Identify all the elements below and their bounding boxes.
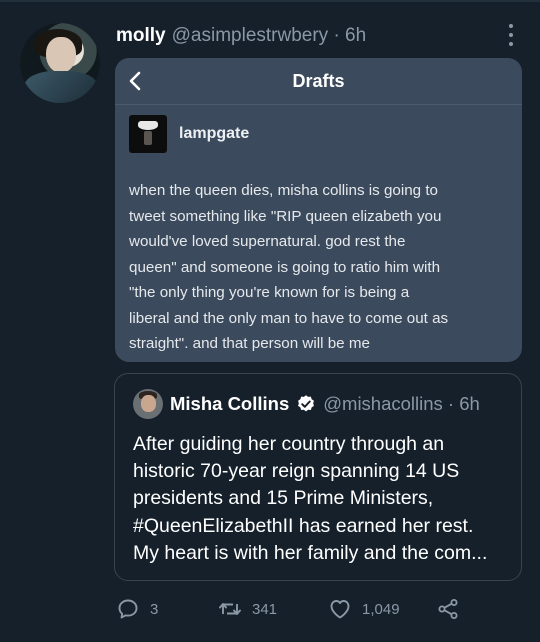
share-icon [438, 599, 458, 619]
verified-badge-icon [298, 395, 315, 412]
more-options-icon[interactable] [502, 24, 520, 46]
draft-line: liberal and the only man to have to come… [129, 309, 449, 327]
quoted-author-name: Misha Collins [170, 393, 290, 414]
draft-line: when the queen dies, misha collins is go… [129, 182, 439, 199]
retweet-icon [219, 603, 241, 615]
lamp-stem [144, 131, 152, 145]
tweet-actions: 3 341 1,049 [116, 596, 476, 622]
draft-line: tweet something like "RIP queen elizabet… [129, 207, 442, 225]
retweet-button[interactable]: 341 [218, 596, 277, 622]
draft-post-text: when the queen dies, misha collins is go… [129, 178, 515, 357]
attached-image-drafts[interactable]: Drafts lampgate when the queen dies, mis… [115, 58, 522, 362]
draft-line: would've loved supernatural. god rest th… [129, 233, 406, 250]
draft-post-header: lampgate [129, 115, 249, 153]
like-count: 1,049 [362, 600, 400, 618]
quoted-line: historic 70-year reign spanning 14 US [133, 460, 460, 483]
drafts-divider [115, 104, 522, 105]
draft-line: straight". and that person will be me [129, 335, 370, 352]
quoted-author-handle-time: @mishacollins · 6h [323, 393, 480, 414]
quoted-line: My heart is with her family and the com.… [133, 541, 488, 564]
back-arrow-icon [129, 71, 141, 91]
reply-button[interactable]: 3 [116, 596, 158, 622]
more-dot [509, 33, 513, 37]
quoted-tweet-header: Misha Collins @mishacollins · 6h [133, 389, 480, 419]
quoted-tweet[interactable]: Misha Collins @mishacollins · 6h After g… [114, 373, 522, 581]
drafts-title: Drafts [292, 70, 345, 91]
like-button[interactable]: 1,049 [328, 596, 400, 622]
reply-icon [118, 599, 138, 619]
reply-count: 3 [150, 600, 159, 618]
quoted-tweet-text: After guiding her country through an his… [133, 431, 513, 567]
lamp-shape [138, 121, 158, 130]
draft-line: queen" and someone is going to ratio him… [129, 258, 441, 276]
author-name[interactable]: molly [116, 25, 166, 47]
author-handle-time[interactable]: @asimplestrwbery · 6h [172, 25, 367, 47]
avatar-face [46, 37, 76, 73]
more-dot [509, 24, 513, 28]
heart-icon [330, 600, 350, 619]
share-button[interactable] [436, 596, 460, 622]
blog-avatar [129, 115, 167, 153]
author-avatar[interactable] [20, 23, 100, 103]
blog-name: lampgate [179, 125, 250, 142]
quoted-line: After guiding her country through an [133, 433, 445, 455]
more-dot [509, 42, 513, 46]
tweet-header: molly @asimplestrwbery · 6h [116, 22, 366, 50]
drafts-header: Drafts [115, 58, 522, 104]
retweet-count: 341 [252, 600, 278, 618]
quoted-line: #QueenElizabethII has earned her rest. [133, 514, 474, 537]
quoted-line: presidents and 15 Prime Ministers, [133, 487, 434, 510]
quoted-author-avatar [133, 389, 163, 419]
top-divider [0, 0, 540, 2]
quoted-avatar-face [141, 395, 156, 412]
avatar-jacket [24, 71, 98, 103]
draft-line: "the only thing you're known for is bein… [129, 284, 410, 301]
